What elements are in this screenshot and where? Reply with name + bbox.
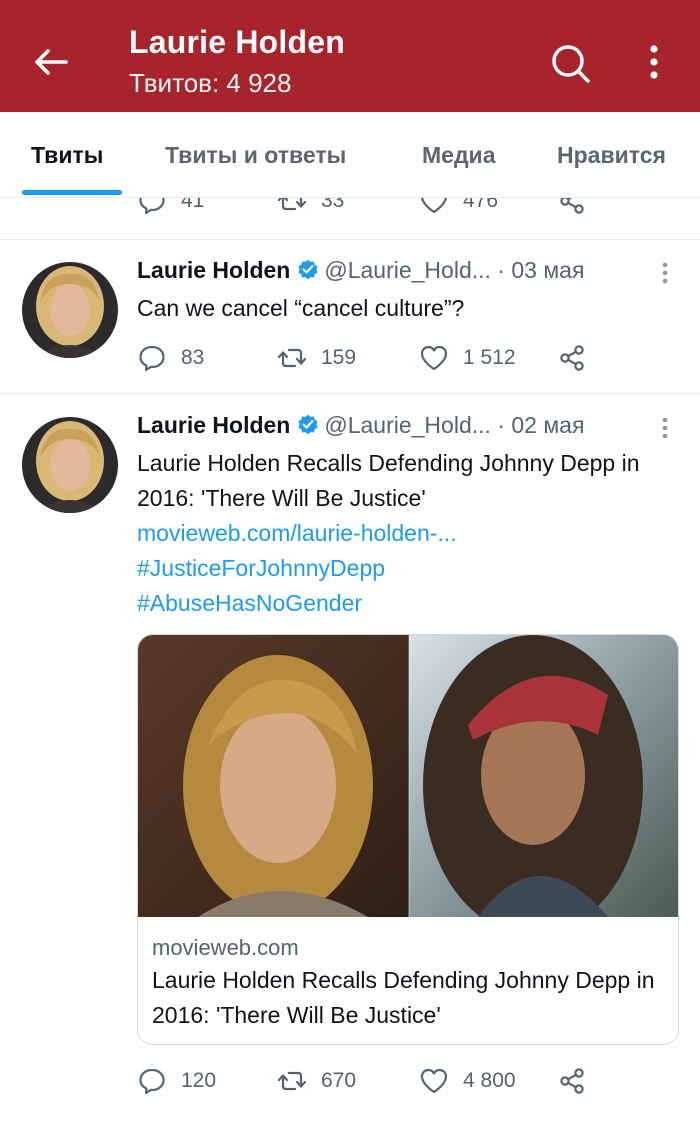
reply-button[interactable]: 41 (137, 198, 204, 218)
retweet-count: 159 (321, 346, 357, 369)
previous-tweet-actions: 41 33 476 (0, 198, 700, 240)
tab-tweets[interactable]: Твиты (31, 142, 103, 169)
like-count: 1 512 (463, 346, 516, 369)
share-icon (560, 1068, 584, 1094)
tweet-text: Laurie Holden Recalls Defending Johnny D… (137, 450, 640, 511)
retweet-icon (277, 198, 307, 211)
app-bar: Laurie Holden Твитов: 4 928 (0, 0, 700, 112)
retweet-button[interactable]: 670 (277, 1064, 356, 1098)
active-tab-indicator (22, 190, 122, 195)
arrow-left-icon[interactable] (28, 40, 72, 84)
like-button[interactable]: 1 512 (419, 341, 516, 375)
link-preview-image (138, 635, 678, 935)
like-count: 476 (463, 198, 499, 212)
retweet-count: 670 (321, 1069, 357, 1092)
reply-button[interactable]: 120 (137, 1064, 216, 1098)
share-button[interactable] (557, 1064, 587, 1098)
tweet-options-icon[interactable] (656, 259, 674, 289)
reply-icon (139, 345, 165, 372)
retweet-count: 33 (321, 198, 345, 212)
tweet-actions: 120 670 4 800 (137, 1064, 617, 1098)
tweet-link[interactable]: movieweb.com/laurie-holden-... (137, 516, 657, 551)
author-name[interactable]: Laurie Holden (137, 412, 290, 438)
avatar[interactable] (22, 417, 118, 513)
profile-title: Laurie Holden (129, 24, 345, 60)
like-button[interactable]: 4 800 (419, 1064, 516, 1098)
link-preview-title: Laurie Holden Recalls Defending Johnny D… (152, 967, 655, 1028)
retweet-button[interactable]: 33 (277, 198, 344, 218)
tweet[interactable]: Laurie Holden @Laurie_Hold... · 02 мая La… (0, 395, 700, 1121)
author-handle[interactable]: @Laurie_Hold... (324, 257, 491, 283)
link-preview-domain: movieweb.com (152, 935, 299, 960)
heart-icon (420, 345, 448, 371)
verified-badge-icon (296, 257, 320, 281)
link-preview-card[interactable]: movieweb.com Laurie Holden Recalls Defen… (137, 634, 679, 1045)
tab-media[interactable]: Медиа (422, 142, 495, 169)
tweet-body: Laurie Holden Recalls Defending Johnny D… (137, 446, 657, 621)
hashtag[interactable]: #JusticeForJohnnyDepp (137, 551, 657, 586)
tweet-date: · 03 мая (497, 257, 585, 283)
share-icon (560, 345, 584, 371)
tweet-header: Laurie Holden @Laurie_Hold... · 02 мая (137, 412, 584, 442)
share-button[interactable] (557, 198, 587, 218)
tweet-count: Твитов: 4 928 (129, 68, 292, 98)
heart-icon (420, 1068, 448, 1094)
author-handle[interactable]: @Laurie_Hold... (324, 412, 491, 438)
search-icon[interactable] (548, 41, 592, 85)
tab-tweets-and-replies[interactable]: Твиты и ответы (165, 142, 346, 169)
like-button[interactable]: 476 (419, 198, 498, 218)
tweet-header: Laurie Holden @Laurie_Hold... · 03 мая (137, 257, 584, 287)
reply-count: 120 (181, 1069, 217, 1092)
tweet-text: Can we cancel “cancel culture”? (137, 295, 465, 321)
retweet-icon (277, 1071, 307, 1091)
verified-badge-icon (296, 412, 320, 436)
author-name[interactable]: Laurie Holden (137, 257, 290, 283)
reply-count: 83 (181, 346, 205, 369)
heart-icon (421, 198, 447, 214)
tweet-date: · 02 мая (497, 412, 585, 438)
more-vertical-icon[interactable] (636, 41, 672, 85)
reply-count: 41 (181, 198, 205, 212)
profile-tabs: Твиты Твиты и ответы Медиа Нравится (0, 112, 700, 198)
retweet-icon (277, 348, 307, 368)
retweet-button[interactable]: 159 (277, 341, 356, 375)
share-button[interactable] (557, 341, 587, 375)
share-icon (560, 198, 584, 214)
avatar[interactable] (22, 262, 118, 358)
like-count: 4 800 (463, 1069, 516, 1092)
hashtag[interactable]: #AbuseHasNoGender (137, 586, 657, 621)
reply-icon (139, 1068, 165, 1095)
reply-button[interactable]: 83 (137, 341, 204, 375)
tab-likes[interactable]: Нравится (557, 142, 666, 169)
tweet-options-icon[interactable] (656, 414, 674, 444)
reply-icon (139, 198, 165, 215)
tweet-actions: 83 159 1 512 (137, 341, 617, 375)
tweet[interactable]: Laurie Holden @Laurie_Hold... · 03 мая Ca… (0, 240, 700, 394)
